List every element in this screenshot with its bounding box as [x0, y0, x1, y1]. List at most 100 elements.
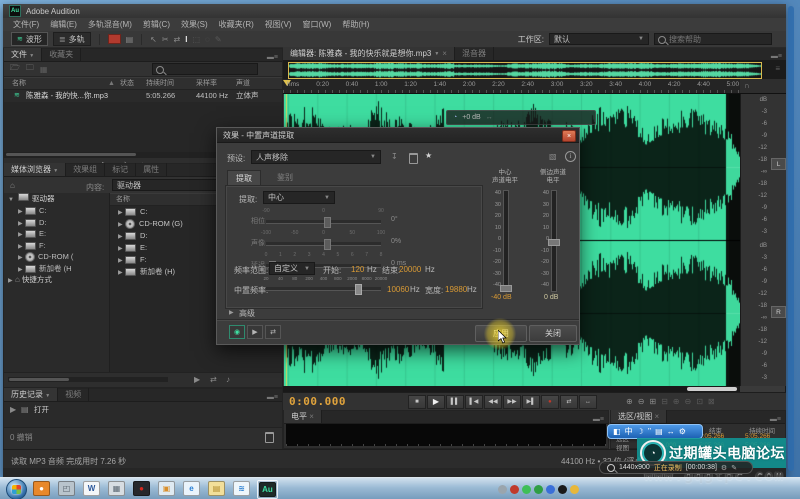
tree-item-E[interactable]: ▶E: [4, 228, 109, 240]
media-play-icon[interactable]: ▶ [194, 375, 200, 384]
sort-icon[interactable]: ▲ [108, 78, 115, 89]
time-selection-tool-icon[interactable]: I [185, 35, 187, 44]
skip-to-start-button[interactable]: ▌◀ [465, 395, 483, 409]
media-hscrollbar[interactable] [8, 377, 168, 382]
dialog-title-bar[interactable]: 效果 - 中置声道提取 × [217, 128, 579, 143]
taskbar-icon-photo-viewer[interactable]: ▣ [157, 480, 176, 497]
taskbar-icon-word[interactable]: W [82, 480, 101, 497]
timeline-ruler[interactable]: hms0:200:401:001:201:402:002:202:403:003… [283, 79, 740, 94]
zoom-in-button[interactable]: ⊕ [626, 397, 633, 406]
menu-item-6[interactable]: 视图(V) [265, 19, 292, 30]
tree-item-D[interactable]: ▶D: [4, 217, 109, 229]
left-channel-badge[interactable]: L [771, 158, 786, 170]
tab-markers[interactable]: 标记 [105, 163, 136, 176]
zoom-out-button[interactable]: ⊖ [638, 397, 645, 406]
taskbar-icon-thunder[interactable]: ≋ [232, 480, 251, 497]
waveform-view-button[interactable]: ≋ 波形 [11, 32, 48, 46]
ime-arrows-icon[interactable]: ↔ [667, 427, 675, 436]
recorder-edit-icon[interactable]: ✎ [731, 464, 737, 472]
slider-thumb[interactable] [324, 217, 331, 228]
panel-menu-icon[interactable]: ▬≡ [593, 416, 608, 423]
import-file-icon[interactable]: 🗀 [26, 62, 34, 76]
zoom-out-time-button[interactable]: ⊟ [661, 397, 668, 406]
tab-discriminate[interactable]: 鉴别 [269, 170, 301, 185]
start-button[interactable] [6, 479, 27, 499]
advanced-label[interactable]: 高级 [239, 308, 255, 319]
preset-select[interactable]: 人声移除▼ [251, 150, 381, 164]
move-tool-icon[interactable]: ↖ [150, 35, 157, 44]
screen-recorder-overlay[interactable]: 1440x900 正在录制 [00:00:38] ⚙ ✎ [599, 461, 753, 474]
center-channel-extractor-dialog[interactable]: 效果 - 中置声道提取 × 预设: 人声移除▼ ↧ ★ ▧ i 提取 鉴别 提取… [216, 127, 580, 345]
tab-video[interactable]: 视频 [58, 388, 89, 401]
tree-item-C[interactable]: ▶C: [4, 205, 109, 217]
effect-power-toggle[interactable]: ◉ [229, 325, 245, 339]
save-preset-icon[interactable]: ↧ [391, 152, 398, 161]
marquee-tool-icon[interactable]: ⬚ [192, 35, 200, 44]
zoom-to-selection-button[interactable]: ⊡ [696, 397, 703, 406]
taskbar-icon-calculator[interactable]: ▦ [107, 480, 126, 497]
workspace-select[interactable]: 默认 ▼ [549, 33, 649, 45]
zoom-in-time-button[interactable]: ⊞ [649, 397, 656, 406]
taskbar-icon-audition[interactable]: Au [257, 480, 278, 499]
preview-loop-button[interactable]: ⇄ [265, 325, 281, 339]
side-level-slider[interactable] [551, 190, 557, 292]
multitrack-view-button[interactable]: ≣ 多轨 [53, 32, 91, 46]
center-freq-slider[interactable]: 2040802004008002000800020000 [266, 276, 381, 294]
open-file-icon[interactable]: 🗁 [10, 62, 20, 76]
ime-chinese-mode-icon[interactable]: 中 [625, 426, 633, 437]
fast-forward-button[interactable]: ▶▶ [503, 395, 521, 409]
menu-item-0[interactable]: 文件(F) [13, 19, 39, 30]
advanced-expander-icon[interactable]: ▶ [229, 309, 236, 316]
hud-knob-icon[interactable]: ◔ [453, 114, 457, 121]
help-search-input[interactable] [654, 33, 772, 45]
taskbar-icon-3d-box[interactable]: ◰ [57, 480, 76, 497]
menu-item-3[interactable]: 剪辑(C) [143, 19, 170, 30]
settings-icon[interactable]: ▧ [549, 152, 557, 161]
slip-tool-icon[interactable]: ⇄ [174, 35, 181, 44]
loop-button[interactable]: ⇄ [560, 395, 578, 409]
taskbar-icon-internet-explorer[interactable]: e [182, 480, 201, 497]
center-level-slider[interactable] [503, 190, 509, 292]
panel-menu-icon[interactable]: ▬≡ [267, 394, 282, 401]
overview-strip[interactable]: ≡ [283, 61, 786, 79]
tree-item-CDROM[interactable]: ▶CD-ROM ( [4, 251, 109, 263]
hud-volume-overlay[interactable]: ◔ +0 dB ↔ [446, 110, 596, 125]
zoom-full-button[interactable]: ⊠ [708, 397, 715, 406]
media-volume-icon[interactable]: ♪ [226, 375, 230, 384]
zoom-out-amplitude-button[interactable]: ⊖ [685, 397, 692, 406]
new-file-icon[interactable]: ▦ [40, 65, 48, 74]
pause-button[interactable]: ▌▌ [446, 395, 464, 409]
favorite-star-icon[interactable]: ★ [425, 151, 432, 160]
waveform-display-icon[interactable]: ▤ [126, 35, 134, 44]
ime-moon-icon[interactable]: ☽ [637, 427, 644, 436]
tray-app-1-icon[interactable] [498, 485, 507, 494]
content-select[interactable]: 驱动器▼ [112, 179, 230, 191]
extract-select[interactable]: 中心▼ [263, 191, 335, 204]
record-button[interactable]: ● [541, 395, 559, 409]
slider-thumb[interactable] [324, 239, 331, 250]
menu-item-8[interactable]: 帮助(H) [342, 19, 369, 30]
info-icon[interactable]: i [565, 151, 576, 162]
taskbar-icon-pictures[interactable]: ▤ [207, 480, 226, 497]
snap-magnet-icon[interactable]: ∩ [744, 81, 750, 90]
freq-range-select[interactable]: 自定义▼ [269, 262, 315, 275]
slider-track[interactable]: -100-50050100 [266, 230, 381, 250]
right-channel-badge[interactable]: R [771, 306, 786, 318]
tab-properties[interactable]: 属性 [136, 163, 167, 176]
lasso-tool-icon[interactable]: ◌ [205, 35, 210, 44]
play-button[interactable]: ▶ [427, 395, 445, 409]
tray-app-2-icon[interactable] [510, 485, 519, 494]
brush-tool-icon[interactable]: ✎ [215, 35, 222, 44]
tab-media-browser[interactable]: 媒体浏览器 ▼ [4, 163, 66, 176]
tree-root-shortcuts[interactable]: ▶⌂ 快捷方式 [4, 274, 109, 286]
taskbar-icon-screen-recorder[interactable]: ● [32, 480, 51, 497]
recorder-settings-icon[interactable]: ⚙ [721, 464, 727, 472]
tree-item-H[interactable]: ▶新加卷 (H [4, 263, 109, 275]
ime-wrench-icon[interactable]: ⚙ [679, 427, 686, 436]
tab-editor[interactable]: 编辑器: 陈雅森 - 我的快乐就是想你.mp3▼× [283, 47, 455, 60]
history-entry-open[interactable]: ▶ ▤ 打开 [4, 404, 282, 415]
trash-icon[interactable] [265, 432, 274, 443]
menu-item-2[interactable]: 多轨混音(M) [88, 19, 132, 30]
taskbar-icon-record-tool[interactable]: ● [132, 480, 151, 497]
spectral-display-icon[interactable] [108, 34, 121, 44]
